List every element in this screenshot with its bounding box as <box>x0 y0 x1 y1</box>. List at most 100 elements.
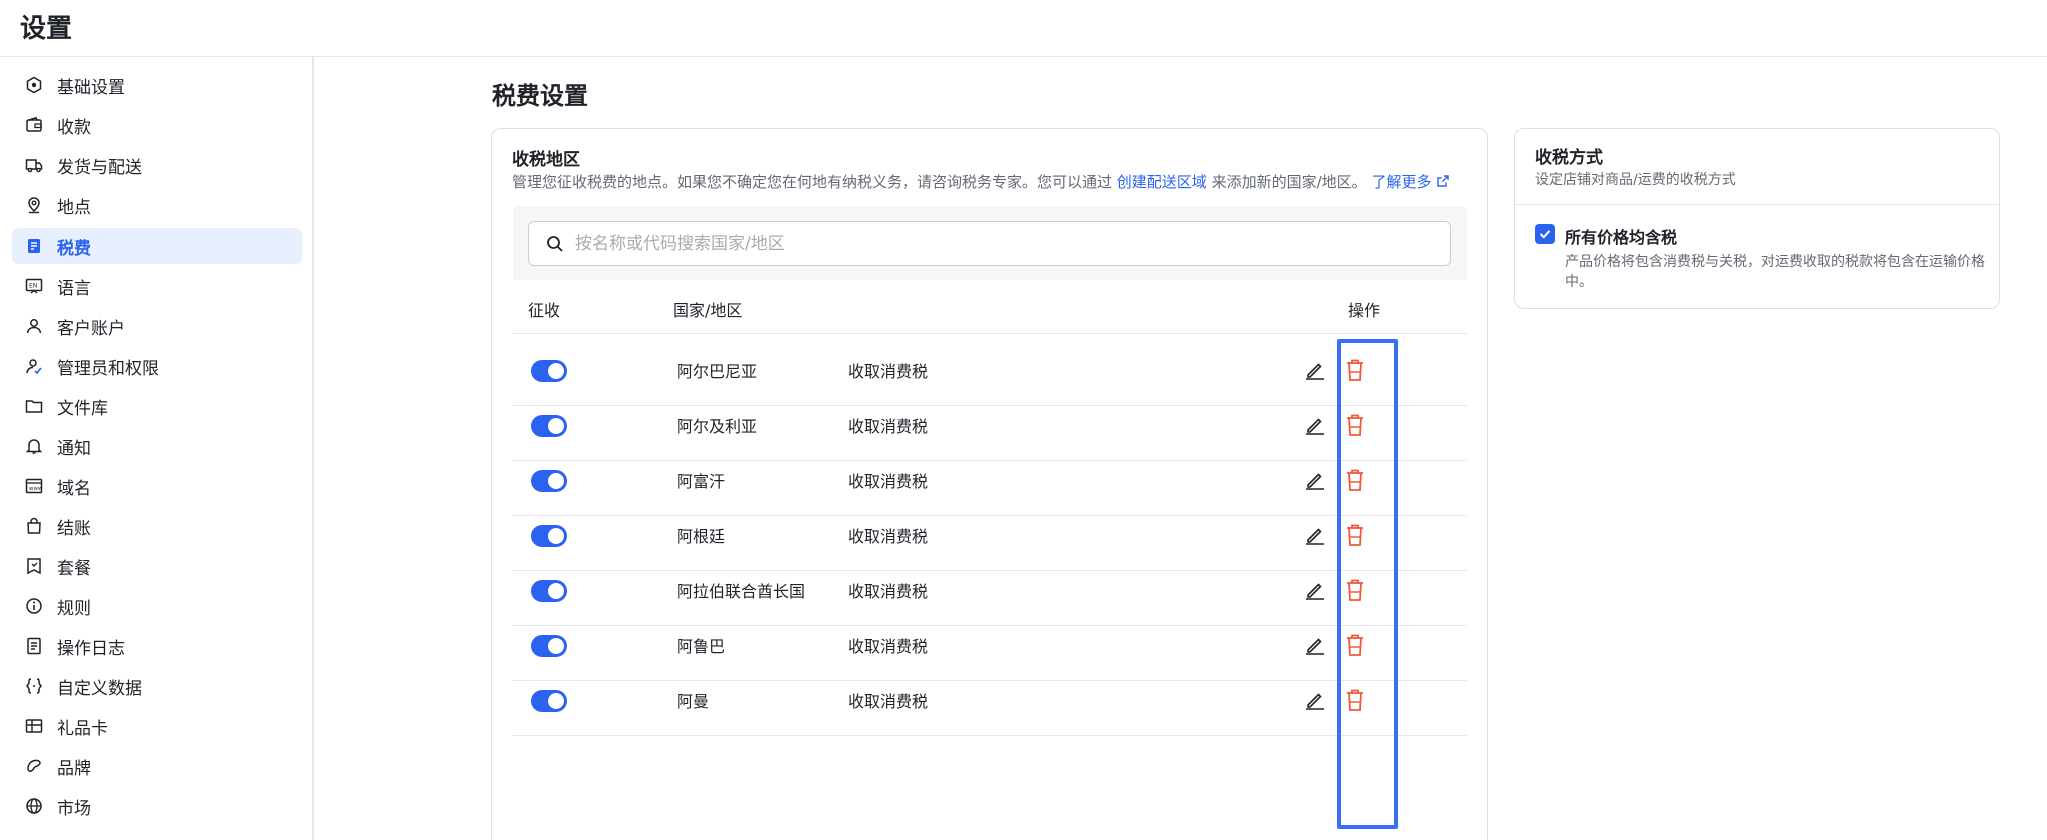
sidebar-item-label: 自定义数据 <box>57 678 142 699</box>
sidebar-item-label: 发货与配送 <box>57 157 142 178</box>
sidebar-item-markets[interactable]: 市场 <box>12 788 302 824</box>
tax-regions-card: 收税地区 管理您征收税费的地点。如果您不确定您在何地有纳税义务，请咨询税务专家。… <box>491 128 1488 840</box>
sidebar-item-label: 基础设置 <box>57 77 125 98</box>
sidebar: 基础设置 收款 发货与配送 地点 税费 EN 语言 客户账户 管理员和权限 文件… <box>0 57 314 840</box>
edit-icon[interactable] <box>1303 688 1327 712</box>
delete-icon[interactable] <box>1343 687 1367 713</box>
sidebar-item-domains[interactable]: www 域名 <box>12 468 302 504</box>
sidebar-item-label: 管理员和权限 <box>57 358 159 379</box>
brand-icon <box>25 757 43 775</box>
country-name: 阿鲁巴 <box>677 637 726 656</box>
delete-icon[interactable] <box>1343 467 1367 493</box>
collect-toggle[interactable] <box>531 415 567 437</box>
tax-regions-title: 收税地区 <box>512 150 580 170</box>
prices-include-tax-checkbox[interactable] <box>1535 224 1555 244</box>
sidebar-item-brand[interactable]: 品牌 <box>12 748 302 784</box>
delete-icon[interactable] <box>1343 577 1367 603</box>
collect-toggle[interactable] <box>531 635 567 657</box>
tax-type: 收取消费税 <box>848 692 929 711</box>
collect-toggle[interactable] <box>531 470 567 492</box>
sidebar-item-label: 税费 <box>57 238 91 259</box>
sidebar-item-label: 结账 <box>57 518 91 539</box>
tax-type: 收取消费税 <box>848 472 929 491</box>
delete-icon[interactable] <box>1343 412 1367 438</box>
description-text-end: 来添加新的国家/地区。 <box>1211 173 1367 191</box>
delete-icon[interactable] <box>1343 632 1367 658</box>
column-header-collect: 征收 <box>528 301 561 320</box>
country-name: 阿拉伯联合酋长国 <box>677 582 806 601</box>
sidebar-item-file-library[interactable]: 文件库 <box>12 388 302 424</box>
sidebar-item-label: 操作日志 <box>57 638 125 659</box>
create-shipping-zone-link[interactable]: 创建配送区域 <box>1117 173 1207 191</box>
page-title: 税费设置 <box>492 82 588 110</box>
sidebar-item-label: 文件库 <box>57 398 108 419</box>
sidebar-item-label: 地点 <box>57 197 91 218</box>
external-link-icon <box>1437 175 1449 187</box>
search-box[interactable] <box>528 221 1451 266</box>
edit-icon[interactable] <box>1303 523 1327 547</box>
column-header-country: 国家/地区 <box>673 301 743 320</box>
sidebar-item-notifications[interactable]: 通知 <box>12 428 302 464</box>
sidebar-item-label: 礼品卡 <box>57 718 108 739</box>
sidebar-item-label: 套餐 <box>57 558 91 579</box>
edit-icon[interactable] <box>1303 413 1327 437</box>
sidebar-item-custom-data[interactable]: 自定义数据 <box>12 668 302 704</box>
tax-type: 收取消费税 <box>848 362 929 381</box>
sidebar-item-language[interactable]: EN 语言 <box>12 268 302 304</box>
user-icon <box>25 317 43 335</box>
sidebar-item-plans[interactable]: 套餐 <box>12 548 302 584</box>
sidebar-item-payments[interactable]: 收款 <box>12 107 302 143</box>
sidebar-item-basic-settings[interactable]: 基础设置 <box>12 67 302 103</box>
edit-icon[interactable] <box>1303 578 1327 602</box>
tax-method-card: 收税方式 设定店铺对商品/运费的收税方式 所有价格均含税 产品价格将包含消费税与… <box>1514 128 2000 309</box>
location-pin-icon <box>25 196 43 214</box>
hexagon-icon <box>25 76 43 94</box>
gift-card-icon <box>25 717 43 735</box>
collect-toggle[interactable] <box>531 690 567 712</box>
truck-icon <box>25 156 43 174</box>
country-name: 阿尔及利亚 <box>677 417 758 436</box>
collect-toggle[interactable] <box>531 360 567 382</box>
sidebar-item-label: 域名 <box>57 478 91 499</box>
table-header: 征收 国家/地区 操作 <box>513 281 1467 334</box>
learn-more-link[interactable]: 了解更多 <box>1371 173 1450 191</box>
search-input[interactable] <box>575 233 1425 254</box>
prices-include-tax-label: 所有价格均含税 <box>1565 228 1678 247</box>
sidebar-item-customer-accounts[interactable]: 客户账户 <box>12 308 302 344</box>
sidebar-item-label: 规则 <box>57 598 91 619</box>
tax-type: 收取消费税 <box>848 417 929 436</box>
sidebar-item-taxes[interactable]: 税费 <box>12 228 302 264</box>
country-name: 阿富汗 <box>677 472 726 491</box>
collect-toggle[interactable] <box>531 525 567 547</box>
table-row: 阿曼 收取消费税 <box>513 664 1467 736</box>
sidebar-item-label: 品牌 <box>57 758 91 779</box>
sidebar-item-label: 收款 <box>57 117 91 138</box>
tax-regions-description: 管理您征收税费的地点。如果您不确定您在何地有纳税义务，请咨询税务专家。您可以通过… <box>512 171 1450 192</box>
collect-toggle[interactable] <box>531 580 567 602</box>
language-icon: EN <box>25 277 43 295</box>
delete-icon[interactable] <box>1343 522 1367 548</box>
sidebar-item-checkout[interactable]: 结账 <box>12 508 302 544</box>
shopping-bag-icon <box>25 517 43 535</box>
sidebar-item-gift-cards[interactable]: 礼品卡 <box>12 708 302 744</box>
plan-icon <box>25 557 43 575</box>
delete-icon[interactable] <box>1343 357 1367 383</box>
sidebar-item-locations[interactable]: 地点 <box>12 187 302 223</box>
domain-icon: www <box>25 477 43 495</box>
sidebar-item-activity-log[interactable]: 操作日志 <box>12 628 302 664</box>
search-icon <box>545 234 565 254</box>
sidebar-item-admins-permissions[interactable]: 管理员和权限 <box>12 348 302 384</box>
sidebar-item-rules[interactable]: 规则 <box>12 588 302 624</box>
edit-icon[interactable] <box>1303 358 1327 382</box>
sidebar-item-label: 语言 <box>57 278 91 299</box>
edit-icon[interactable] <box>1303 633 1327 657</box>
country-name: 阿尔巴尼亚 <box>677 362 758 381</box>
edit-icon[interactable] <box>1303 468 1327 492</box>
page-header-title: 设置 <box>20 14 73 44</box>
sidebar-item-shipping[interactable]: 发货与配送 <box>12 147 302 183</box>
user-permission-icon <box>25 357 43 375</box>
country-name: 阿根廷 <box>677 527 726 546</box>
tax-receipt-icon <box>25 237 43 255</box>
sidebar-item-label: 市场 <box>57 798 91 819</box>
prices-include-tax-description: 产品价格将包含消费税与关税，对运费收取的税款将包含在运输价格中。 <box>1565 254 1985 290</box>
